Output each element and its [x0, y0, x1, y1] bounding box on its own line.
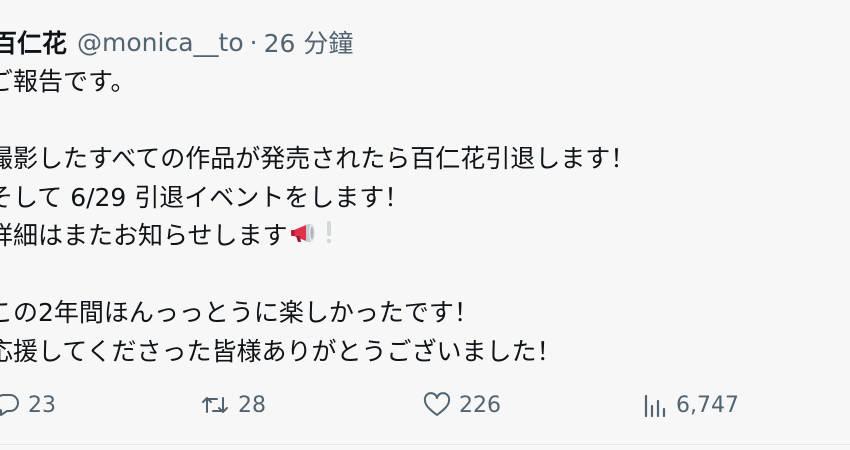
retweet-button[interactable]: 28	[200, 383, 266, 427]
reply-count: 23	[28, 392, 56, 418]
tweet-line-with-emoji: 詳細はまたお知らせします	[0, 217, 848, 256]
like-count: 226	[459, 392, 501, 418]
timestamp[interactable]: 26 分鐘	[264, 24, 354, 60]
reply-icon	[0, 392, 20, 418]
reply-button[interactable]: 23	[0, 383, 56, 427]
user-handle[interactable]: @monica__to	[77, 28, 244, 57]
megaphone-emoji-icon	[290, 218, 320, 257]
tweet-line-text: 詳細はまたお知らせします	[0, 221, 288, 250]
bottom-divider	[0, 444, 850, 445]
tweet-line: 撮影したすべての作品が発売されたら百仁花引退します！	[0, 144, 636, 173]
header-separator: ·	[249, 27, 258, 57]
retweet-icon	[200, 392, 230, 418]
tweet-header: 百仁花 @monica__to · 26 分鐘	[0, 24, 353, 60]
like-button[interactable]: 226	[423, 383, 501, 427]
tweet-line: この2年間ほんっっとうに楽しかったです！	[0, 298, 479, 327]
retweet-count: 28	[238, 392, 266, 418]
tweet-line: ご報告です。	[0, 67, 136, 96]
views-chart-icon	[642, 392, 668, 418]
tweet-line: そして 6/29 引退イベントをします！	[0, 182, 410, 212]
views-button[interactable]: 6,747	[642, 383, 739, 427]
tweet-card: 百仁花 @monica__to · 26 分鐘 ご報告です。 撮影したすべての作…	[0, 0, 850, 450]
inline-emoji-group	[290, 218, 338, 257]
tweet-line: 応援してくださった皆様ありがとうございました！	[0, 336, 562, 366]
exclamation-emoji-icon	[320, 218, 338, 257]
tweet-text: ご報告です。 撮影したすべての作品が発売されたら百仁花引退します！ そして 6/…	[0, 63, 848, 371]
views-count: 6,747	[676, 392, 739, 418]
display-name[interactable]: 百仁花	[0, 24, 67, 60]
tweet-actions: 23 28 226 6,747	[0, 383, 850, 427]
heart-icon	[423, 392, 451, 418]
